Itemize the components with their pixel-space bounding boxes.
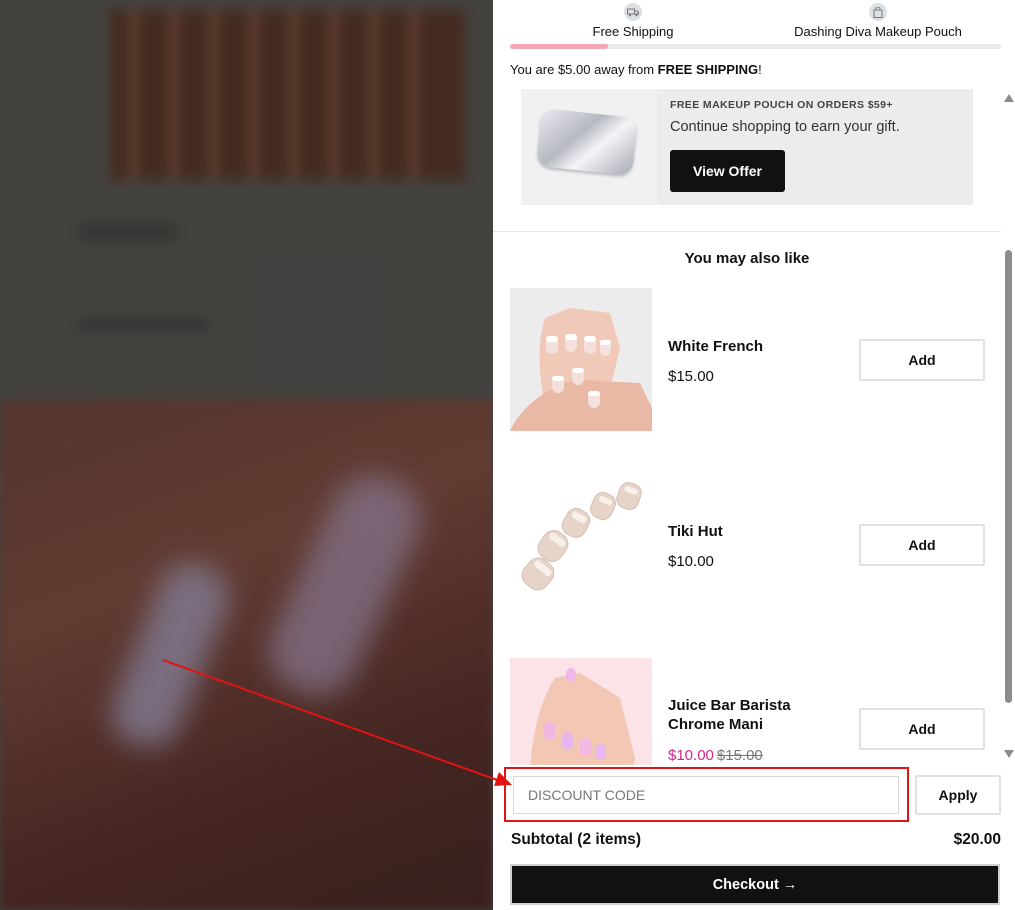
product-name[interactable]: White French [668,337,818,356]
discount-highlight-box: DISCOUNT CODE [504,767,909,822]
offer-kicker: FREE MAKEUP POUCH ON ORDERS $59+ [670,99,893,111]
offer-description: Continue shopping to earn your gift. [670,119,900,135]
subtotal-value: $20.00 [953,831,1001,848]
product-image-tiki-hut[interactable] [510,473,652,616]
gift-offer-banner: FREE MAKEUP POUCH ON ORDERS $59+ Continu… [521,89,973,205]
recommendations-heading: You may also like [684,250,810,267]
progress-bar-fill [510,44,609,49]
product-name[interactable]: Juice Bar Barista Chrome Mani [668,696,818,734]
product-price: $10.00 $15.00 [668,747,763,764]
product-price: $15.00 [668,368,714,385]
recommendation-item: Juice Bar Barista Chrome Mani $10.00 $15.… [510,658,1000,765]
truck-icon [624,3,642,21]
makeup-pouch-image [521,89,657,205]
add-tiki-hut-button[interactable]: Add [859,524,985,566]
product-price: $10.00 [668,553,714,570]
milestone-makeup-pouch: Dashing Diva Makeup Pouch [788,3,968,39]
add-juice-bar-barista-button[interactable]: Add [859,708,985,750]
product-name[interactable]: Tiki Hut [668,522,818,541]
milestone-label: Free Shipping [592,24,674,39]
recommendation-item: Tiki Hut $10.00 Add [510,473,1000,616]
cart-drawer: Free Shipping Dashing Diva Makeup Pouch … [493,0,1015,910]
rewards-progress: Free Shipping Dashing Diva Makeup Pouch [493,0,1015,58]
discount-code-input[interactable]: DISCOUNT CODE [513,776,899,814]
cart-scroll-area[interactable]: FREE MAKEUP POUCH ON ORDERS $59+ Continu… [493,85,1001,765]
checkout-button[interactable]: Checkout → [510,864,1000,905]
scroll-down-arrow[interactable] [1004,750,1014,758]
subtotal-label: Subtotal (2 items) [511,831,642,848]
divider [493,231,1001,232]
scroll-up-arrow[interactable] [1004,94,1014,102]
recommendation-item: White French $15.00 Add [510,288,1000,431]
bag-icon [869,3,887,21]
product-image-white-french[interactable] [510,288,652,431]
apply-discount-button[interactable]: Apply [915,775,1001,815]
scrollbar[interactable] [1002,92,1014,760]
sale-price: $10.00 [668,747,714,764]
free-shipping-message: You are $5.00 away from FREE SHIPPING! [510,62,762,77]
milestone-label: Dashing Diva Makeup Pouch [794,24,962,39]
add-white-french-button[interactable]: Add [859,339,985,381]
blurred-page-background [0,0,493,910]
product-image-juice-bar-barista[interactable] [510,658,652,765]
milestone-free-shipping: Free Shipping [588,3,678,39]
scrollbar-thumb[interactable] [1005,250,1012,703]
progress-bar [510,44,1001,49]
compare-at-price: $15.00 [716,747,763,764]
view-offer-button[interactable]: View Offer [670,150,785,192]
